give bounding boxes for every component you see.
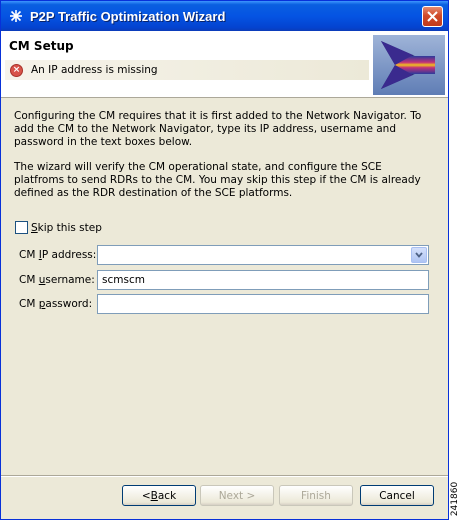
skip-step-checkbox[interactable] [15, 221, 28, 234]
close-button[interactable] [422, 6, 443, 27]
cancel-button[interactable]: Cancel [360, 485, 434, 506]
error-message: An IP address is missing [31, 64, 158, 76]
skip-step-label[interactable]: Skip this step [31, 222, 102, 234]
wizard-body: Configuring the CM requires that it is f… [1, 98, 448, 474]
next-button[interactable]: Next > [200, 485, 274, 506]
cm-password-label: CM password: [19, 298, 93, 310]
wizard-window: P2P Traffic Optimization Wizard CM Setup… [0, 0, 449, 520]
back-button[interactable]: < Back [122, 485, 196, 506]
cm-ip-label: CM IP address: [19, 249, 97, 261]
title-bar[interactable]: P2P Traffic Optimization Wizard [1, 1, 448, 31]
dropdown-button[interactable] [411, 247, 427, 263]
page-title: CM Setup [9, 39, 74, 53]
cm-ip-combobox[interactable] [97, 245, 429, 265]
close-icon [427, 11, 438, 22]
finish-button[interactable]: Finish [279, 485, 353, 506]
cm-password-input[interactable] [97, 294, 429, 314]
cm-username-input[interactable]: scmscm [97, 270, 429, 290]
wizard-banner-icon [373, 35, 445, 95]
chevron-down-icon [415, 252, 423, 258]
cm-username-value: scmscm [102, 274, 145, 286]
button-separator [1, 475, 448, 477]
error-icon: × [10, 63, 23, 77]
verify-paragraph: The wizard will verify the CM operationa… [14, 161, 421, 199]
cisco-wizard-icon [8, 8, 24, 24]
figure-code: 241860 [450, 481, 461, 517]
skip-step-option[interactable]: Skip this step [15, 221, 102, 234]
cm-username-label: CM username: [19, 274, 95, 286]
wizard-header: CM Setup × An IP address is missing [1, 31, 448, 98]
intro-paragraph: Configuring the CM requires that it is f… [14, 110, 422, 148]
error-message-strip: × An IP address is missing [5, 60, 369, 80]
window-title: P2P Traffic Optimization Wizard [30, 8, 226, 24]
